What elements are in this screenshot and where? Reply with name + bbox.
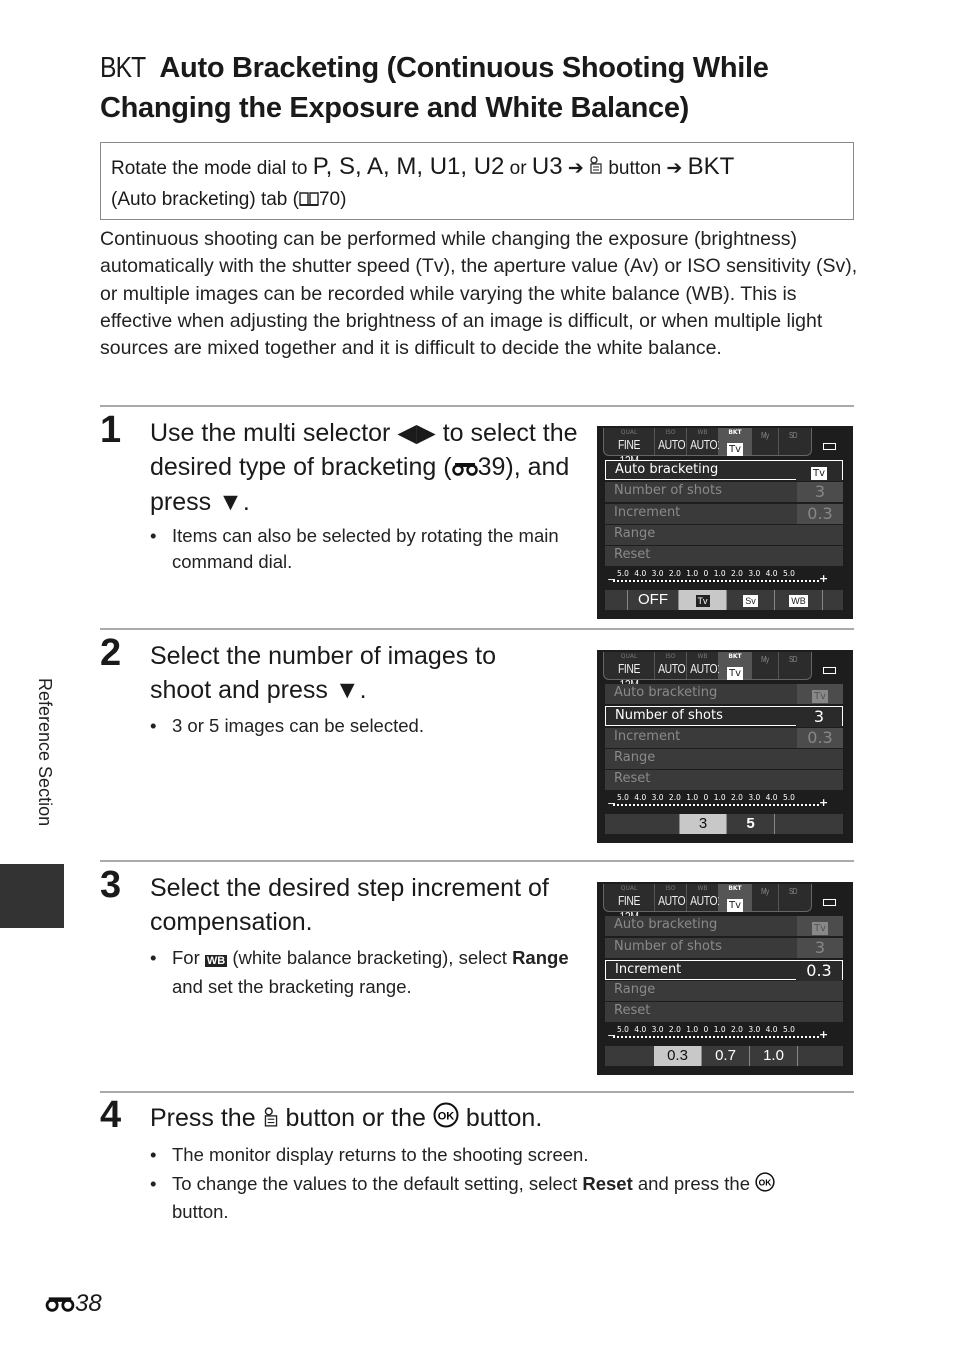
divider bbox=[100, 860, 854, 862]
bullet-item: For WB (white balance bracketing), selec… bbox=[150, 945, 582, 1000]
menu-row-number-of-shots: Number of shots 3 bbox=[605, 706, 843, 727]
battery-icon bbox=[823, 899, 836, 906]
option-1-0: 1.0 bbox=[750, 1046, 798, 1066]
camera-screen-1: QUALFINE 12M ISOAUTO WBAUTO1 BKTTv My SD… bbox=[597, 426, 853, 619]
svg-text:OK: OK bbox=[438, 1110, 455, 1122]
svg-text:OK: OK bbox=[759, 1177, 773, 1187]
down-arrow-icon: ▼. bbox=[218, 488, 250, 517]
bullet-item: Items can also be selected by rotating t… bbox=[150, 523, 582, 575]
camera-screen-3: QUALFINE 12M ISOAUTO WBAUTO1 BKTTv My SD… bbox=[597, 882, 853, 1075]
mode-list: P, S, A, M, U1, U2 bbox=[312, 153, 505, 180]
menu-button-icon bbox=[589, 153, 603, 184]
menu-row-auto-bracketing: Auto bracketing Tv bbox=[605, 684, 843, 704]
mode-u3: U3 bbox=[531, 153, 563, 180]
step-number: 1 bbox=[100, 409, 122, 451]
step-title: Select the desired step increment of com… bbox=[150, 874, 549, 936]
tab-bar: QUALFINE 12M ISOAUTO WBAUTO1 BKTTv My SD bbox=[603, 652, 812, 692]
menu-row-reset: Reset bbox=[605, 1002, 843, 1022]
binoculars-icon bbox=[451, 451, 478, 485]
menu-row-increment: Increment 0.3 bbox=[605, 728, 843, 748]
ok-button-icon: OK bbox=[755, 1171, 775, 1199]
tab-bkt: BKT Tv bbox=[719, 428, 752, 456]
exposure-scale: −5.0 4.0 3.0 2.0 1.0 0 1.0 2.0 3.0 4.0 5… bbox=[607, 793, 829, 810]
ok-button-icon: OK bbox=[433, 1102, 459, 1137]
step-title: Use the multi selector ◀▶ to select the … bbox=[150, 419, 578, 517]
tab-sd: SD bbox=[788, 431, 798, 440]
book-icon bbox=[299, 185, 319, 216]
tab-bar: QUALFINE 12M ISOAUTO WBAUTO1 BKTTv My SD bbox=[603, 884, 812, 924]
menu-row-increment: Increment 0.3 bbox=[605, 504, 843, 524]
battery-icon bbox=[823, 667, 836, 674]
side-label: Reference Section bbox=[35, 678, 55, 827]
menu-row-auto-bracketing: Auto bracketing Tv bbox=[605, 916, 843, 936]
battery-icon bbox=[823, 443, 836, 450]
step-number: 4 bbox=[100, 1094, 122, 1136]
tab-my-menu: My bbox=[752, 428, 779, 455]
menu-row-auto-bracketing: Auto bracketing Tv bbox=[605, 460, 843, 481]
option-0-7: 0.7 bbox=[702, 1046, 750, 1066]
menu-row-number-of-shots: Number of shots 3 bbox=[605, 938, 843, 958]
menu-row-range: Range bbox=[605, 525, 843, 545]
divider bbox=[100, 1091, 854, 1093]
down-arrow-icon: ▼. bbox=[334, 676, 367, 704]
navigation-path-box: Rotate the mode dial to P, S, A, M, U1, … bbox=[100, 142, 854, 220]
section-tab-marker bbox=[0, 864, 64, 928]
menu-row-increment: Increment 0.3 bbox=[605, 960, 843, 981]
option-tv: Tv bbox=[679, 590, 727, 610]
step-number: 2 bbox=[100, 632, 122, 674]
bullet-item: The monitor display returns to the shoot… bbox=[150, 1142, 832, 1168]
step-title: Select the number of images to shoot and… bbox=[150, 642, 497, 704]
tab-qual: QUALFINE 12M bbox=[604, 428, 655, 468]
divider bbox=[100, 628, 854, 630]
menu-row-reset: Reset bbox=[605, 770, 843, 790]
tab-bar: QUALFINE 12M ISOAUTO WBAUTO1 BKTTv My SD bbox=[603, 428, 812, 468]
menu-button-icon bbox=[263, 1102, 279, 1136]
bullet-item: To change the values to the default sett… bbox=[150, 1171, 832, 1225]
option-bar: 3 5 bbox=[605, 814, 843, 834]
option-off: OFF bbox=[627, 590, 679, 610]
tab-iso: ISO AUTO bbox=[655, 428, 687, 455]
menu-row-reset: Reset bbox=[605, 546, 843, 566]
step-title: Press the button or the OK button. bbox=[150, 1101, 750, 1137]
camera-screen-2: QUALFINE 12M ISOAUTO WBAUTO1 BKTTv My SD… bbox=[597, 650, 853, 843]
left-right-arrows-icon: ◀▶ bbox=[397, 419, 436, 447]
divider bbox=[100, 405, 854, 407]
exposure-scale: −5.0 4.0 3.0 2.0 1.0 0 1.0 2.0 3.0 4.0 5… bbox=[607, 1025, 829, 1042]
arrow-icon: ➔ bbox=[567, 158, 584, 179]
option-0-3: 0.3 bbox=[654, 1046, 702, 1066]
bkt-icon: BKT bbox=[687, 153, 735, 180]
option-bar: OFF Tv Sv WB bbox=[605, 590, 843, 610]
option-5-shots: 5 bbox=[727, 814, 775, 834]
wb-icon: WB bbox=[204, 955, 228, 967]
option-bar: 0.3 0.7 1.0 bbox=[605, 1046, 843, 1066]
step-number: 3 bbox=[100, 864, 122, 906]
tab-wb: WB AUTO1 bbox=[687, 428, 723, 455]
menu-row-number-of-shots: Number of shots 3 bbox=[605, 482, 843, 502]
page-number: 38 bbox=[45, 1290, 102, 1319]
option-wb: WB bbox=[775, 590, 823, 610]
menu-row-range: Range bbox=[605, 749, 843, 769]
option-3-shots: 3 bbox=[679, 814, 727, 834]
option-sv: Sv bbox=[727, 590, 775, 610]
intro-paragraph: Continuous shooting can be performed whi… bbox=[100, 228, 858, 360]
binoculars-icon bbox=[45, 1291, 75, 1319]
menu-row-range: Range bbox=[605, 981, 843, 1001]
page-title: BKT Auto Bracketing (Continuous Shooting … bbox=[100, 48, 860, 128]
arrow-icon: ➔ bbox=[666, 158, 683, 179]
exposure-scale: −5.0 4.0 3.0 2.0 1.0 0 1.0 2.0 3.0 4.0 5… bbox=[607, 569, 829, 586]
bullet-item: 3 or 5 images can be selected. bbox=[150, 713, 582, 739]
bkt-icon: BKT bbox=[100, 52, 146, 84]
